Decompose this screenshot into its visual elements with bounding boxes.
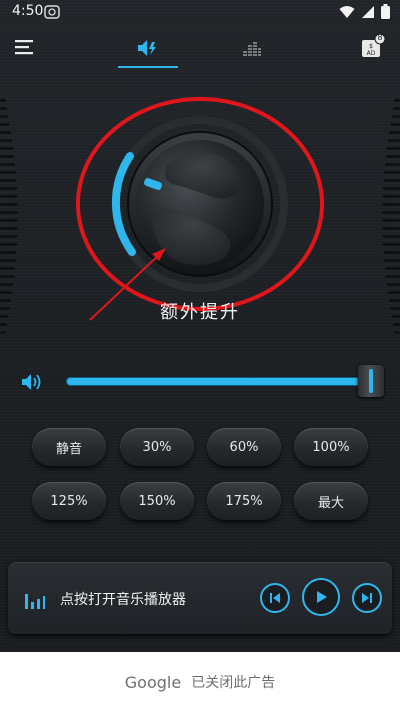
preset-mute-button[interactable]: 静音 (32, 428, 106, 466)
signal-icon (362, 5, 374, 18)
play-button[interactable] (302, 578, 340, 616)
grille-slat (0, 235, 18, 238)
grille-slat (382, 203, 400, 206)
grille-slat (382, 195, 400, 198)
grille-slat (0, 99, 6, 102)
equalizer-icon (243, 42, 261, 56)
grille-slat (386, 147, 400, 150)
next-icon (362, 593, 372, 603)
grille-slat (382, 211, 400, 214)
player-prompt: 点按打开音乐播放器 (60, 592, 186, 608)
grille-slat (0, 115, 9, 118)
grille-slat (0, 139, 13, 142)
knob-label: 额外提升 (160, 302, 240, 323)
grille-slat (0, 123, 10, 126)
preset-30-button[interactable]: 30% (120, 428, 194, 466)
grille-slat (0, 171, 16, 174)
ad-closed-message: 已关闭此广告 (191, 675, 276, 691)
grille-slat (387, 291, 400, 294)
grille-slat (384, 163, 400, 166)
grille-slat (385, 275, 400, 278)
tab-volume-boost[interactable] (118, 30, 178, 66)
preset-125-button[interactable]: 125% (32, 482, 106, 520)
top-navigation: $ AD 8 (0, 30, 400, 70)
volume-icon (22, 374, 41, 390)
preset-175-button[interactable]: 175% (207, 482, 281, 520)
grille-slat (0, 243, 18, 246)
grille-slat (0, 227, 18, 230)
grille-slat (382, 235, 400, 238)
grille-slat (384, 259, 400, 262)
menu-icon[interactable] (14, 36, 36, 58)
google-wordmark: Google (124, 672, 182, 692)
preset-100-button[interactable]: 100% (294, 428, 368, 466)
grille-slat (384, 267, 400, 270)
grille-slat (0, 131, 12, 134)
grille-slat (382, 219, 400, 222)
ad-free-button[interactable]: $ AD 8 (360, 33, 386, 60)
battery-icon (381, 4, 390, 19)
grille-slat (0, 203, 18, 206)
grille-slat (0, 155, 15, 158)
ad-banner: Google 已关闭此广告 (0, 652, 400, 712)
volume-slider-handle[interactable] (358, 365, 384, 397)
speaker-boost-icon (138, 40, 156, 56)
svg-text:AD: AD (367, 50, 376, 57)
grille-slat (0, 107, 8, 110)
grille-slat (0, 283, 14, 286)
grille-slat (0, 259, 16, 262)
grille-slat (382, 227, 400, 230)
grille-slat (0, 267, 16, 270)
notification-icon (44, 5, 60, 19)
status-bar: 4:50 (0, 0, 400, 24)
grille-slat (0, 211, 18, 214)
grille-slat (392, 107, 400, 110)
grille-slat (0, 331, 6, 334)
grille-slat (394, 99, 400, 102)
grille-slat (0, 275, 15, 278)
grille-slat (0, 251, 17, 254)
grille-slat (394, 331, 400, 334)
status-time: 4:50 (12, 3, 44, 19)
preset-150-button[interactable]: 150% (120, 482, 194, 520)
volume-slider-track[interactable] (66, 377, 372, 386)
grille-slat (0, 219, 18, 222)
grille-slat (0, 147, 14, 150)
preset-60-button[interactable]: 60% (207, 428, 281, 466)
svg-text:$: $ (369, 43, 373, 50)
previous-icon (270, 593, 280, 603)
grille-slat (382, 187, 400, 190)
grille-slat (383, 179, 400, 182)
audio-bars-icon (25, 594, 45, 609)
grille-slat (388, 131, 400, 134)
wifi-icon (339, 5, 355, 18)
grille-slat (387, 139, 400, 142)
badge-count: 8 (377, 33, 383, 42)
play-icon (317, 591, 327, 603)
grille-slat (0, 291, 13, 294)
active-tab-indicator (118, 66, 178, 68)
next-track-button[interactable] (352, 583, 382, 613)
grille-slat (0, 163, 16, 166)
preset-max-button[interactable]: 最大 (294, 482, 368, 520)
grille-slat (385, 155, 400, 158)
previous-track-button[interactable] (260, 583, 290, 613)
boost-knob[interactable] (60, 92, 340, 372)
grille-slat (386, 283, 400, 286)
grille-slat (390, 123, 400, 126)
grille-slat (383, 251, 400, 254)
grille-slat (384, 171, 400, 174)
volume-slider-row (20, 360, 390, 402)
grille-slat (391, 115, 400, 118)
tab-equalizer[interactable] (222, 30, 282, 66)
grille-slat (382, 243, 400, 246)
grille-slat (0, 179, 17, 182)
grille-slat (0, 195, 18, 198)
music-player-bar[interactable]: 点按打开音乐播放器 (8, 562, 392, 634)
grille-slat (0, 187, 18, 190)
